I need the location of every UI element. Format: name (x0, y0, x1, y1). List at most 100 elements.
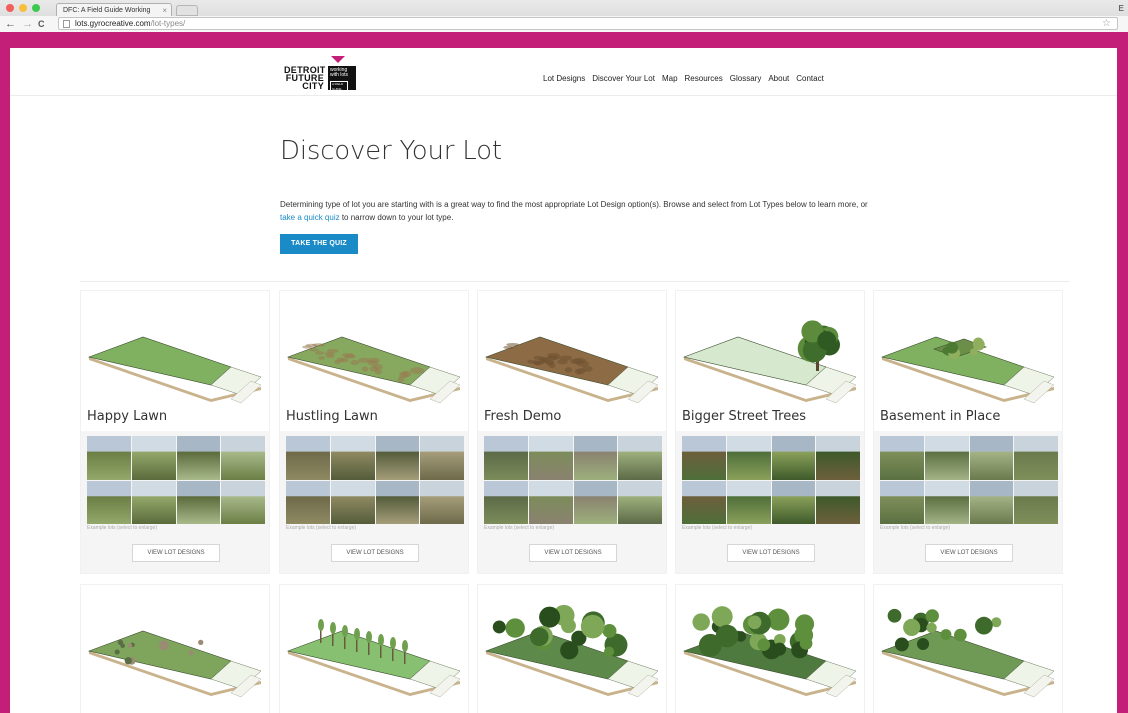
logo-line-3: CITY (302, 81, 324, 91)
maximize-window-button[interactable] (32, 4, 40, 12)
example-lot-photo[interactable] (330, 436, 375, 480)
logo-badge: working with lots A FIELD GUIDE (328, 66, 356, 93)
example-lot-photo[interactable] (375, 436, 420, 480)
url-host: lots.gyrocreative.com (75, 19, 151, 28)
example-lot-photo[interactable] (816, 436, 860, 480)
example-lot-photo[interactable] (420, 480, 464, 524)
lot-type-card[interactable]: Bigger Street Trees Example lots (select … (675, 290, 865, 574)
lot-type-title[interactable]: Happy Lawn (87, 409, 167, 424)
example-lot-photo[interactable] (969, 480, 1014, 524)
view-lot-designs-button[interactable]: VIEW LOT DESIGNS (925, 544, 1013, 562)
nav-contact[interactable]: Contact (796, 74, 824, 83)
lot-type-title[interactable]: Hustling Lawn (286, 409, 378, 424)
lot-illustration (682, 320, 857, 404)
example-lot-photo[interactable] (1014, 480, 1058, 524)
example-lot-photo[interactable] (375, 480, 420, 524)
lot-type-card[interactable] (675, 584, 865, 713)
example-lot-photo[interactable] (286, 436, 330, 480)
example-lot-photo[interactable] (484, 480, 528, 524)
lot-illustration (880, 608, 1055, 698)
lot-card-header (280, 585, 468, 713)
minimize-window-button[interactable] (19, 4, 27, 12)
lot-card-header: Hustling Lawn (280, 291, 468, 431)
nav-glossary[interactable]: Glossary (730, 74, 762, 83)
lot-card-header: Happy Lawn (81, 291, 269, 431)
example-lot-photo[interactable] (528, 436, 573, 480)
bookmark-star-icon[interactable]: ☆ (1102, 18, 1111, 29)
forward-button[interactable]: → (22, 17, 33, 31)
nav-about[interactable]: About (768, 74, 789, 83)
example-lot-photo[interactable] (573, 480, 618, 524)
example-lot-photo[interactable] (771, 436, 816, 480)
example-lot-photo[interactable] (221, 436, 265, 480)
tab-close-icon[interactable]: × (162, 6, 167, 15)
example-lot-photo[interactable] (880, 436, 924, 480)
lot-illustration (87, 630, 262, 698)
lot-type-title[interactable]: Fresh Demo (484, 409, 561, 424)
nav-resources[interactable]: Resources (685, 74, 723, 83)
example-lot-photo[interactable] (618, 480, 662, 524)
example-lot-photo[interactable] (726, 480, 771, 524)
example-lot-photo[interactable] (87, 480, 131, 524)
example-lot-photo[interactable] (330, 480, 375, 524)
browser-toolbar: ← → C lots.gyrocreative.com/lot-types/ ☆ (0, 16, 1128, 32)
close-window-button[interactable] (6, 4, 14, 12)
lot-card-examples: Example lots (select to enlarge) VIEW LOT… (478, 431, 666, 573)
back-button[interactable]: ← (5, 17, 16, 31)
reload-button[interactable]: C (38, 17, 45, 31)
intro-text-part-1: Determining type of lot you are starting… (280, 200, 868, 209)
lot-illustration (484, 336, 659, 404)
view-lot-designs-button[interactable]: VIEW LOT DESIGNS (132, 544, 220, 562)
example-caption: Example lots (select to enlarge) (286, 525, 357, 531)
page-viewport: DETROIT FUTURE CITY working with lots A … (0, 32, 1128, 713)
example-photo-grid (484, 436, 662, 524)
lot-type-card[interactable]: Fresh Demo Example lots (select to enlarg… (477, 290, 667, 574)
lot-type-title[interactable]: Bigger Street Trees (682, 409, 806, 424)
browser-tab[interactable]: DFC: A Field Guide Working × (56, 3, 172, 17)
lot-type-card[interactable]: Happy Lawn Example lots (select to enlarg… (80, 290, 270, 574)
example-lot-photo[interactable] (726, 436, 771, 480)
take-quiz-button[interactable]: TAKE THE QUIZ (280, 234, 358, 254)
example-lot-photo[interactable] (1014, 436, 1058, 480)
example-lot-photo[interactable] (484, 436, 528, 480)
nav-lot-designs[interactable]: Lot Designs (543, 74, 585, 83)
example-lot-photo[interactable] (573, 436, 618, 480)
lot-type-card[interactable]: Basement in Place Example lots (select to… (873, 290, 1063, 574)
view-lot-designs-button[interactable]: VIEW LOT DESIGNS (727, 544, 815, 562)
example-lot-photo[interactable] (176, 480, 221, 524)
lot-type-title[interactable]: Basement in Place (880, 409, 1000, 424)
nav-map[interactable]: Map (662, 74, 678, 83)
view-lot-designs-button[interactable]: VIEW LOT DESIGNS (331, 544, 419, 562)
example-lot-photo[interactable] (771, 480, 816, 524)
example-lot-photo[interactable] (221, 480, 265, 524)
example-lot-photo[interactable] (816, 480, 860, 524)
example-lot-photo[interactable] (87, 436, 131, 480)
example-lot-photo[interactable] (420, 436, 464, 480)
quiz-link[interactable]: take a quick quiz (280, 213, 340, 222)
new-tab-button[interactable] (176, 5, 198, 16)
example-lot-photo[interactable] (528, 480, 573, 524)
nav-discover-your-lot[interactable]: Discover Your Lot (592, 74, 655, 83)
example-lot-photo[interactable] (969, 436, 1014, 480)
example-lot-photo[interactable] (880, 480, 924, 524)
lot-type-card[interactable] (477, 584, 667, 713)
lot-type-card[interactable] (279, 584, 469, 713)
lot-type-card[interactable] (873, 584, 1063, 713)
lot-type-card[interactable]: Hustling Lawn Example lots (select to enl… (279, 290, 469, 574)
lot-card-header (478, 585, 666, 713)
lot-card-header: Fresh Demo (478, 291, 666, 431)
lot-type-card[interactable] (80, 584, 270, 713)
example-lot-photo[interactable] (131, 480, 176, 524)
example-lot-photo[interactable] (176, 436, 221, 480)
profile-button[interactable]: E (1119, 4, 1124, 13)
example-lot-photo[interactable] (618, 436, 662, 480)
example-lot-photo[interactable] (131, 436, 176, 480)
example-lot-photo[interactable] (924, 436, 969, 480)
address-bar[interactable]: lots.gyrocreative.com/lot-types/ ☆ (58, 17, 1118, 30)
view-lot-designs-button[interactable]: VIEW LOT DESIGNS (529, 544, 617, 562)
example-lot-photo[interactable] (286, 480, 330, 524)
example-lot-photo[interactable] (924, 480, 969, 524)
example-lot-photo[interactable] (682, 480, 726, 524)
example-lot-photo[interactable] (682, 436, 726, 480)
lot-card-header (676, 585, 864, 713)
